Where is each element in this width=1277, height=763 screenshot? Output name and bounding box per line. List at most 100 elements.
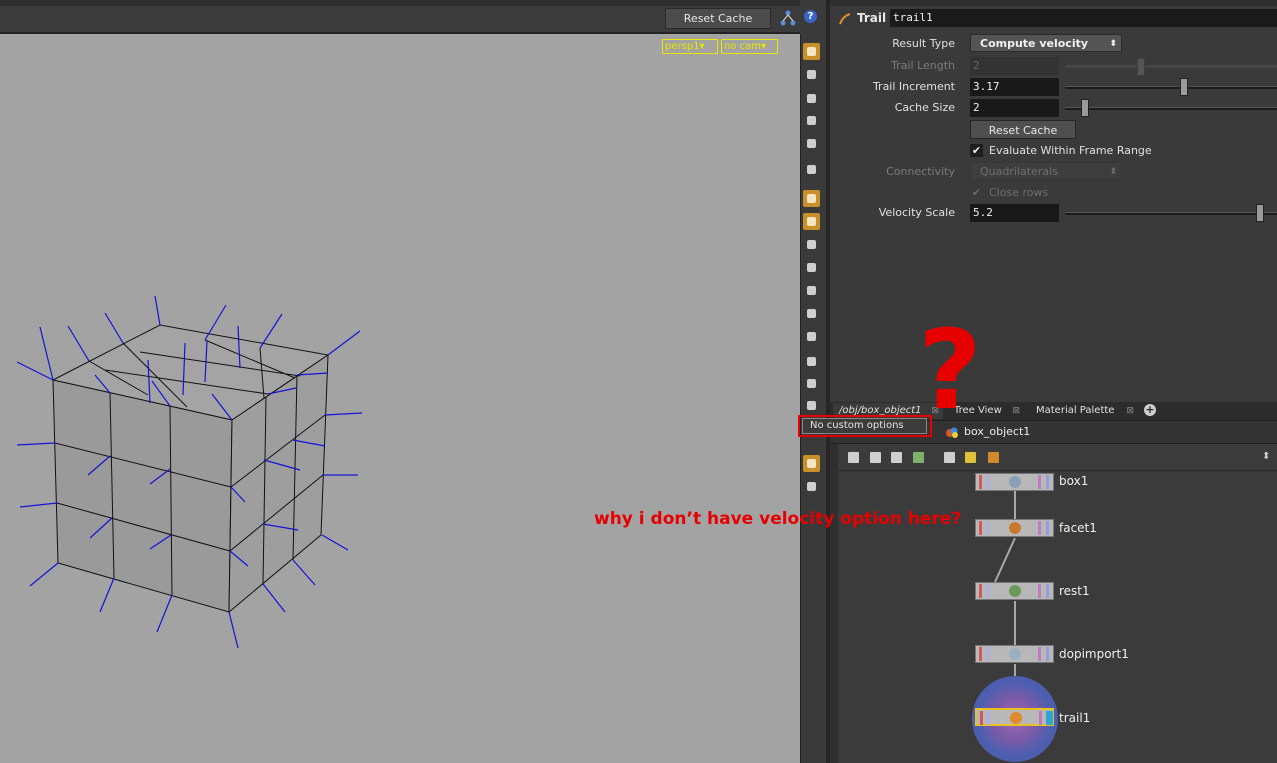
cache-size-slider[interactable] [1065, 107, 1277, 110]
parameter-pane-top-edge [830, 0, 1277, 6]
trail-length-slider [1065, 65, 1277, 68]
node-rest1[interactable] [975, 582, 1054, 600]
connectivity-value: Quadrilaterals [980, 165, 1058, 178]
wire [990, 537, 1020, 583]
options-arrows-icon[interactable]: ⬍ [1262, 451, 1270, 462]
paint-icon[interactable] [803, 259, 820, 276]
question-mark-annotation: ? [918, 306, 982, 434]
wire [1014, 491, 1016, 521]
velocity-scale-field[interactable]: 5.2 [970, 204, 1059, 222]
node-type-label: Trail [857, 11, 887, 25]
four-views-icon[interactable] [803, 455, 820, 472]
tab-material-palette[interactable]: Material Palette ⊠ [1030, 403, 1138, 419]
cube-geometry-with-normals [16, 295, 363, 649]
close-rows-checkbox: ✔ [970, 186, 983, 199]
close-rows-label: Close rows [989, 186, 1049, 199]
wire [1014, 601, 1016, 646]
trail-length-label: Trail Length [891, 59, 955, 72]
velocity-scale-slider[interactable] [1065, 212, 1277, 215]
eye-visibility-icon-glyph [807, 165, 816, 174]
snap-grid-icon[interactable] [803, 213, 820, 230]
node-label-trail1: trail1 [1059, 711, 1091, 725]
box-icon-glyph [807, 332, 816, 341]
layers-icon-glyph [807, 47, 816, 56]
light-icon[interactable] [803, 90, 820, 107]
list-view-icon[interactable] [848, 452, 859, 463]
updown-arrows-icon: ⬍ [1109, 39, 1117, 49]
trail-length-slider-knob [1137, 58, 1145, 76]
connectivity-dropdown: Quadrilaterals ⬍ [970, 162, 1122, 180]
network-view-icon[interactable] [779, 9, 797, 27]
cache-size-slider-knob[interactable] [1081, 99, 1089, 117]
trail-increment-field[interactable]: 3.17 [970, 78, 1059, 96]
snap-grid-icon-glyph [807, 217, 816, 226]
color-palette-icon[interactable] [913, 452, 924, 463]
tool-arrows-icon[interactable] [803, 353, 820, 370]
tab-material-palette-label: Material Palette [1036, 405, 1115, 416]
node-dopimport1[interactable] [975, 645, 1054, 663]
node-label-rest1: rest1 [1059, 584, 1090, 598]
node-trail1[interactable] [975, 708, 1054, 726]
trail-node-icon [839, 13, 851, 25]
camera-icon-glyph [807, 240, 816, 249]
viewport-top-edge [0, 0, 800, 6]
snap-point-icon-glyph [807, 194, 816, 203]
node-label-facet1: facet1 [1059, 521, 1097, 535]
table-view-icon[interactable] [870, 452, 881, 463]
four-views-icon-glyph [807, 459, 816, 468]
sphere-icon[interactable] [803, 135, 820, 152]
display-icon[interactable] [803, 66, 820, 83]
evaluate-within-frame-range-checkbox[interactable]: ✔ [970, 144, 983, 157]
network-box-icon[interactable] [944, 452, 955, 463]
trail-increment-slider-knob[interactable] [1180, 78, 1188, 96]
display-icon-glyph [807, 70, 816, 79]
preview-eye-icon[interactable] [803, 478, 820, 495]
sticky-note-icon[interactable] [965, 452, 976, 463]
help-icon[interactable]: ? [804, 10, 817, 23]
network-left-edge [830, 444, 838, 763]
evaluate-within-frame-range-label: Evaluate Within Frame Range [989, 144, 1152, 157]
cache-size-label: Cache Size [894, 101, 955, 114]
updown-arrows-icon: ⬍ [1109, 167, 1117, 177]
trail-increment-slider[interactable] [1065, 86, 1277, 89]
node-label-dopimport1: dopimport1 [1059, 647, 1129, 661]
result-type-label: Result Type [892, 37, 955, 50]
comment-icon[interactable] [803, 397, 820, 414]
cape-icon-glyph [807, 116, 816, 125]
node-name-field[interactable]: trail1 [890, 9, 1277, 27]
box-icon[interactable] [803, 328, 820, 345]
question-annotation: why i don’t have velocity option here? [594, 509, 962, 529]
snap-point-icon[interactable] [803, 190, 820, 207]
light-icon-glyph [807, 94, 816, 103]
node-facet1[interactable] [975, 519, 1054, 537]
cache-size-field[interactable]: 2 [970, 99, 1059, 117]
annotation-highlight-box [798, 415, 932, 437]
node-label-box1: box1 [1059, 474, 1089, 488]
sphere-icon-glyph [807, 139, 816, 148]
result-type-value: Compute velocity [980, 37, 1089, 50]
preview-eye-icon-glyph [807, 482, 816, 491]
connectivity-label: Connectivity [886, 165, 955, 178]
lock-icon-glyph [807, 379, 816, 388]
thumbnail-view-icon[interactable] [891, 452, 902, 463]
layers-icon[interactable] [803, 43, 820, 60]
trail-increment-label: Trail Increment [872, 80, 955, 93]
stamp-icon[interactable] [803, 282, 820, 299]
result-type-dropdown[interactable]: Compute velocity ⬍ [970, 34, 1122, 52]
close-icon[interactable]: ⊠ [1012, 403, 1020, 419]
comment-icon-glyph [807, 401, 816, 410]
reset-cache-button[interactable]: Reset Cache [970, 120, 1076, 139]
curve-icon-glyph [807, 309, 816, 318]
subnet-icon[interactable] [988, 452, 999, 463]
viewport-reset-cache-button[interactable]: Reset Cache [665, 8, 771, 29]
lock-icon[interactable] [803, 375, 820, 392]
paint-icon-glyph [807, 263, 816, 272]
node-box1[interactable] [975, 473, 1054, 491]
curve-icon[interactable] [803, 305, 820, 322]
cape-icon[interactable] [803, 112, 820, 129]
eye-visibility-icon[interactable] [803, 161, 820, 178]
camera-icon[interactable] [803, 236, 820, 253]
close-icon[interactable]: ⊠ [1126, 403, 1134, 419]
add-tab-icon[interactable]: + [1144, 404, 1156, 416]
velocity-scale-slider-knob[interactable] [1256, 204, 1264, 222]
